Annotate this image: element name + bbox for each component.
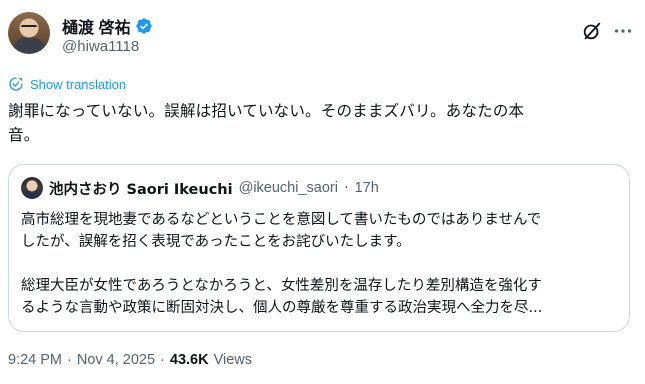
meta-separator: · <box>67 352 72 368</box>
quoted-text-line: したが、誤解を招く表現であったことをお詫びいたします。 <box>21 234 411 250</box>
grok-icon[interactable] <box>581 20 603 42</box>
more-options-icon[interactable] <box>611 20 635 42</box>
views-label: Views <box>213 352 253 368</box>
quoted-tweet-time[interactable]: 17h <box>355 180 379 196</box>
quoted-text-line: 総理大臣が女性であろうとなかろうと、女性差別を温存したり差別構造を強化す <box>21 278 542 294</box>
quoted-author-handle[interactable]: @ikeuchi_saori <box>239 180 338 196</box>
quoted-tweet-card[interactable]: 池内さおり Saori Ikeuchi @ikeuchi_saori · 17h… <box>8 164 630 332</box>
verified-badge-icon <box>136 18 153 34</box>
tweet-text-line: 音。 <box>8 126 40 144</box>
author-avatar[interactable] <box>8 12 50 54</box>
tweet-meta: 9:24 PM · Nov 4, 2025 · 43.6K Views <box>8 352 252 368</box>
quoted-text-line: るような言動や政策に断固対決し、個人の尊厳を尊重する政治実現へ全力を尽... <box>21 300 543 316</box>
quoted-tweet-header: 池内さおり Saori Ikeuchi @ikeuchi_saori · 17h <box>21 177 379 199</box>
show-translation-label[interactable]: Show translation <box>30 77 126 92</box>
author-handle[interactable]: @hiwa1118 <box>62 38 139 55</box>
tweet-header: 樋渡 啓祐 @hiwa1118 <box>8 8 637 60</box>
avatar-glasses <box>21 25 37 29</box>
tweet-time[interactable]: 9:24 PM <box>8 352 62 368</box>
show-translation-link[interactable]: Show translation <box>8 76 126 92</box>
meta-separator: · <box>160 352 165 368</box>
quoted-header-separator: · <box>343 180 349 196</box>
translate-icon <box>9 77 23 91</box>
tweet-date[interactable]: Nov 4, 2025 <box>77 352 155 368</box>
quoted-text-line: 高市総理を現地妻であるなどということを意図して書いたものではありませんで <box>21 212 542 228</box>
quoted-tweet-text: 高市総理を現地妻であるなどということを意図して書いたものではありませんで したが… <box>21 209 621 319</box>
author-name-line: 樋渡 啓祐 <box>62 14 153 38</box>
quoted-author-display-name[interactable]: 池内さおり Saori Ikeuchi <box>49 178 233 199</box>
quoted-author-avatar[interactable] <box>21 177 43 199</box>
author-display-name[interactable]: 樋渡 啓祐 <box>62 14 130 38</box>
tweet-text-line: 謝罪になっていない。誤解は招いていない。そのままズバリ。あなたの本 <box>8 102 525 120</box>
views-count: 43.6K <box>169 352 209 368</box>
tweet-text: 謝罪になっていない。誤解は招いていない。そのままズバリ。あなたの本 音。 <box>8 99 633 147</box>
